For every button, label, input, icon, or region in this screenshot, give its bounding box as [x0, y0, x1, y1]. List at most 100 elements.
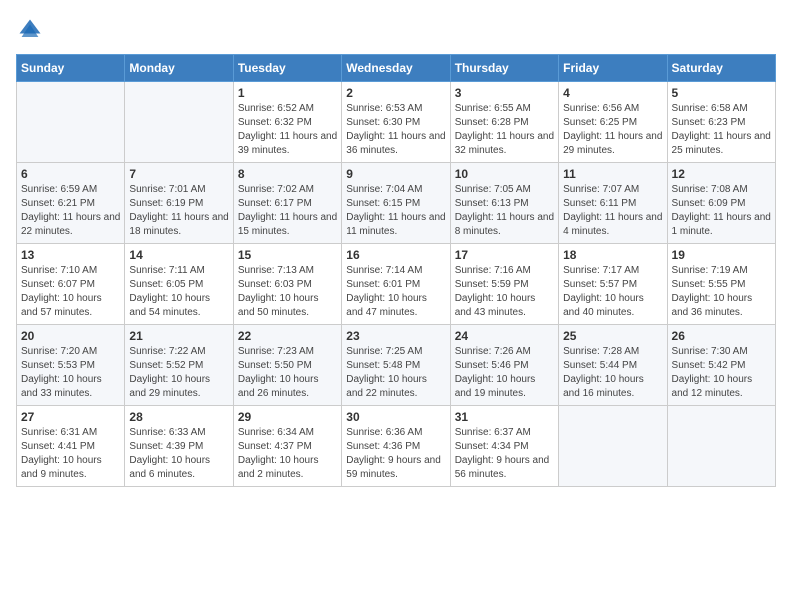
weekday-row: SundayMondayTuesdayWednesdayThursdayFrid…	[17, 55, 776, 82]
day-info: Sunrise: 6:53 AM Sunset: 6:30 PM Dayligh…	[346, 102, 445, 158]
day-number: 3	[455, 86, 554, 100]
calendar-cell	[667, 406, 775, 487]
day-info: Sunrise: 7:11 AM Sunset: 6:05 PM Dayligh…	[129, 264, 228, 320]
weekday-header-sunday: Sunday	[17, 55, 125, 82]
day-number: 11	[563, 167, 662, 181]
day-number: 26	[672, 329, 771, 343]
day-number: 9	[346, 167, 445, 181]
weekday-header-thursday: Thursday	[450, 55, 558, 82]
day-number: 17	[455, 248, 554, 262]
day-number: 23	[346, 329, 445, 343]
calendar-cell: 4 Sunrise: 6:56 AM Sunset: 6:25 PM Daylig…	[559, 82, 667, 163]
day-number: 31	[455, 410, 554, 424]
day-info: Sunrise: 7:23 AM Sunset: 5:50 PM Dayligh…	[238, 345, 337, 401]
calendar-cell: 30 Sunrise: 6:36 AM Sunset: 4:36 PM Dayli…	[342, 406, 450, 487]
calendar-cell: 15Sunrise: 7:13 AM Sunset: 6:03 PM Dayli…	[233, 244, 341, 325]
calendar-cell: 11 Sunrise: 7:07 AM Sunset: 6:11 PM Dayli…	[559, 163, 667, 244]
calendar-cell: 1Sunrise: 6:52 AM Sunset: 6:32 PM Daylig…	[233, 82, 341, 163]
day-info: Sunrise: 7:08 AM Sunset: 6:09 PM Dayligh…	[672, 183, 771, 239]
day-info: Sunrise: 7:05 AM Sunset: 6:13 PM Dayligh…	[455, 183, 554, 239]
calendar-cell: 7 Sunrise: 7:01 AM Sunset: 6:19 PM Daylig…	[125, 163, 233, 244]
calendar-cell: 17Sunrise: 7:16 AM Sunset: 5:59 PM Dayli…	[450, 244, 558, 325]
calendar-cell: 28 Sunrise: 6:33 AM Sunset: 4:39 PM Dayli…	[125, 406, 233, 487]
day-number: 10	[455, 167, 554, 181]
day-info: Sunrise: 6:58 AM Sunset: 6:23 PM Dayligh…	[672, 102, 771, 158]
calendar-cell	[17, 82, 125, 163]
weekday-header-saturday: Saturday	[667, 55, 775, 82]
day-info: Sunrise: 7:20 AM Sunset: 5:53 PM Dayligh…	[21, 345, 120, 401]
day-number: 2	[346, 86, 445, 100]
calendar-cell: 31 Sunrise: 6:37 AM Sunset: 4:34 PM Dayli…	[450, 406, 558, 487]
day-info: Sunrise: 7:22 AM Sunset: 5:52 PM Dayligh…	[129, 345, 228, 401]
day-info: Sunrise: 6:33 AM Sunset: 4:39 PM Dayligh…	[129, 426, 228, 482]
day-number: 27	[21, 410, 120, 424]
day-number: 8	[238, 167, 337, 181]
day-info: Sunrise: 7:07 AM Sunset: 6:11 PM Dayligh…	[563, 183, 662, 239]
calendar-cell: 5 Sunrise: 6:58 AM Sunset: 6:23 PM Daylig…	[667, 82, 775, 163]
day-info: Sunrise: 7:28 AM Sunset: 5:44 PM Dayligh…	[563, 345, 662, 401]
calendar-cell: 13 Sunrise: 7:10 AM Sunset: 6:07 PM Dayli…	[17, 244, 125, 325]
calendar-cell: 9 Sunrise: 7:04 AM Sunset: 6:15 PM Daylig…	[342, 163, 450, 244]
day-number: 20	[21, 329, 120, 343]
calendar-cell: 29 Sunrise: 6:34 AM Sunset: 4:37 PM Dayli…	[233, 406, 341, 487]
day-info: Sunrise: 6:31 AM Sunset: 4:41 PM Dayligh…	[21, 426, 120, 482]
day-info: Sunrise: 7:14 AM Sunset: 6:01 PM Dayligh…	[346, 264, 445, 320]
calendar-cell: 14Sunrise: 7:11 AM Sunset: 6:05 PM Dayli…	[125, 244, 233, 325]
day-number: 21	[129, 329, 228, 343]
day-number: 4	[563, 86, 662, 100]
calendar-table: SundayMondayTuesdayWednesdayThursdayFrid…	[16, 54, 776, 487]
calendar-week-2: 6Sunrise: 6:59 AM Sunset: 6:21 PM Daylig…	[17, 163, 776, 244]
calendar-cell: 3 Sunrise: 6:55 AM Sunset: 6:28 PM Daylig…	[450, 82, 558, 163]
calendar-cell: 10 Sunrise: 7:05 AM Sunset: 6:13 PM Dayli…	[450, 163, 558, 244]
calendar-week-5: 27 Sunrise: 6:31 AM Sunset: 4:41 PM Dayli…	[17, 406, 776, 487]
calendar-cell: 24 Sunrise: 7:26 AM Sunset: 5:46 PM Dayli…	[450, 325, 558, 406]
day-info: Sunrise: 7:01 AM Sunset: 6:19 PM Dayligh…	[129, 183, 228, 239]
calendar-header: SundayMondayTuesdayWednesdayThursdayFrid…	[17, 55, 776, 82]
day-info: Sunrise: 7:02 AM Sunset: 6:17 PM Dayligh…	[238, 183, 337, 239]
day-number: 28	[129, 410, 228, 424]
day-info: Sunrise: 6:55 AM Sunset: 6:28 PM Dayligh…	[455, 102, 554, 158]
calendar-body: 1Sunrise: 6:52 AM Sunset: 6:32 PM Daylig…	[17, 82, 776, 487]
weekday-header-wednesday: Wednesday	[342, 55, 450, 82]
day-number: 29	[238, 410, 337, 424]
logo-icon	[16, 16, 44, 44]
day-info: Sunrise: 6:59 AM Sunset: 6:21 PM Dayligh…	[21, 183, 120, 239]
calendar-week-3: 13 Sunrise: 7:10 AM Sunset: 6:07 PM Dayli…	[17, 244, 776, 325]
calendar-cell: 26 Sunrise: 7:30 AM Sunset: 5:42 PM Dayli…	[667, 325, 775, 406]
calendar-cell: 6Sunrise: 6:59 AM Sunset: 6:21 PM Daylig…	[17, 163, 125, 244]
calendar-cell: 16 Sunrise: 7:14 AM Sunset: 6:01 PM Dayli…	[342, 244, 450, 325]
calendar-cell: 8 Sunrise: 7:02 AM Sunset: 6:17 PM Daylig…	[233, 163, 341, 244]
day-info: Sunrise: 6:52 AM Sunset: 6:32 PM Dayligh…	[238, 102, 337, 158]
day-info: Sunrise: 7:26 AM Sunset: 5:46 PM Dayligh…	[455, 345, 554, 401]
day-number: 7	[129, 167, 228, 181]
day-number: 25	[563, 329, 662, 343]
day-info: Sunrise: 7:30 AM Sunset: 5:42 PM Dayligh…	[672, 345, 771, 401]
calendar-week-4: 20 Sunrise: 7:20 AM Sunset: 5:53 PM Dayli…	[17, 325, 776, 406]
day-number: 13	[21, 248, 120, 262]
logo	[16, 16, 48, 44]
page-header	[16, 16, 776, 44]
day-info: Sunrise: 6:36 AM Sunset: 4:36 PM Dayligh…	[346, 426, 445, 482]
day-number: 24	[455, 329, 554, 343]
day-info: Sunrise: 6:37 AM Sunset: 4:34 PM Dayligh…	[455, 426, 554, 482]
day-number: 22	[238, 329, 337, 343]
day-info: Sunrise: 6:34 AM Sunset: 4:37 PM Dayligh…	[238, 426, 337, 482]
calendar-cell: 20 Sunrise: 7:20 AM Sunset: 5:53 PM Dayli…	[17, 325, 125, 406]
day-number: 5	[672, 86, 771, 100]
calendar-cell: 25 Sunrise: 7:28 AM Sunset: 5:44 PM Dayli…	[559, 325, 667, 406]
calendar-cell	[559, 406, 667, 487]
weekday-header-friday: Friday	[559, 55, 667, 82]
calendar-cell: 21 Sunrise: 7:22 AM Sunset: 5:52 PM Dayli…	[125, 325, 233, 406]
calendar-cell	[125, 82, 233, 163]
day-number: 30	[346, 410, 445, 424]
day-info: Sunrise: 7:04 AM Sunset: 6:15 PM Dayligh…	[346, 183, 445, 239]
calendar-cell: 18Sunrise: 7:17 AM Sunset: 5:57 PM Dayli…	[559, 244, 667, 325]
day-info: Sunrise: 7:17 AM Sunset: 5:57 PM Dayligh…	[563, 264, 662, 320]
calendar-cell: 27 Sunrise: 6:31 AM Sunset: 4:41 PM Dayli…	[17, 406, 125, 487]
day-info: Sunrise: 7:25 AM Sunset: 5:48 PM Dayligh…	[346, 345, 445, 401]
day-info: Sunrise: 6:56 AM Sunset: 6:25 PM Dayligh…	[563, 102, 662, 158]
day-info: Sunrise: 7:10 AM Sunset: 6:07 PM Dayligh…	[21, 264, 120, 320]
weekday-header-tuesday: Tuesday	[233, 55, 341, 82]
day-info: Sunrise: 7:19 AM Sunset: 5:55 PM Dayligh…	[672, 264, 771, 320]
day-number: 16	[346, 248, 445, 262]
